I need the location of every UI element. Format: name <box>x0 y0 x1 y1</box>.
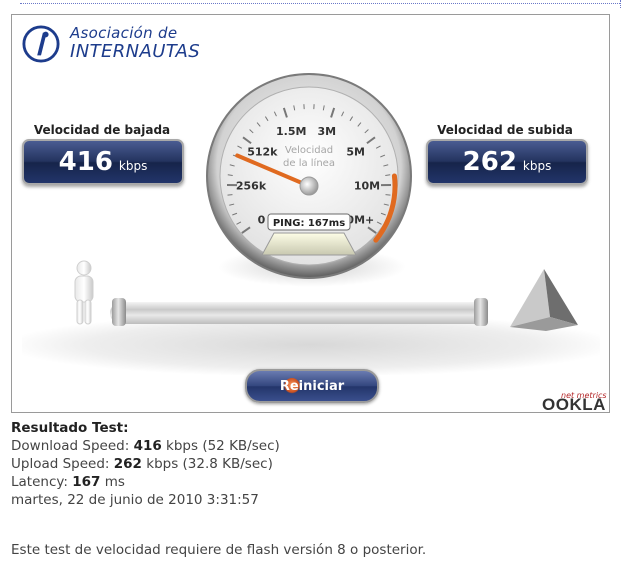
upload-result: Upload Speed: 262 kbps (32.8 KB/sec) <box>11 455 280 473</box>
gauge-label-line-2: de la línea <box>283 157 335 169</box>
restart-button-label: Reiniciar <box>279 378 345 394</box>
gauge-tick-label: 1.5M <box>276 125 306 138</box>
speed-test-widget: Asociación de INTERNAUTAS Velocidad de b… <box>11 14 610 413</box>
speed-gauge: Velocidad de la línea 0 256k 512k 1.5M 3M 5M 1… <box>206 73 412 279</box>
upload-result-value: 262 <box>113 456 142 472</box>
gauge-label-line-1: Velocidad <box>285 145 333 156</box>
download-title: Velocidad de bajada <box>33 123 171 137</box>
upload-title: Velocidad de subida <box>437 123 573 137</box>
logo-line-1: Asociación de <box>70 24 178 42</box>
upload-value: 262 <box>462 147 517 177</box>
result-datetime: martes, 22 de junio de 2010 3:31:57 <box>11 492 259 508</box>
gauge-tick-label: 0 <box>258 213 266 226</box>
download-result-rest: kbps (52 KB/sec) <box>166 438 280 454</box>
gauge-hub <box>299 176 319 196</box>
upload-unit: kbps <box>522 159 552 173</box>
flash-requirement-note: Este test de velocidad requiere de flash… <box>11 542 427 558</box>
latency-result-value: 167 <box>72 474 101 490</box>
ookla-logo: OOKLA <box>542 395 606 413</box>
gauge-tick-label: 256k <box>236 179 267 192</box>
gauge-minor-tick <box>385 174 391 176</box>
tube-cap-right <box>474 298 488 326</box>
server-pyramid-icon <box>510 269 578 331</box>
download-result-value: 416 <box>133 438 162 454</box>
upload-result-rest: kbps (32.8 KB/sec) <box>146 456 273 472</box>
gauge-tick-label: 3M <box>317 125 336 138</box>
connection-tube <box>110 302 488 324</box>
latency-result-rest: ms <box>104 474 125 490</box>
gauge-minor-tick <box>385 194 391 196</box>
download-result: Download Speed: 416 kbps (52 KB/sec) <box>11 437 280 455</box>
gauge-tick-label: 5M <box>346 146 365 159</box>
results-panel: Resultado Test: Download Speed: 416 kbps… <box>11 419 280 509</box>
latency-result: Latency: 167 ms <box>11 473 280 491</box>
gauge-minor-tick <box>227 194 233 196</box>
upload-result-label: Upload Speed: <box>11 456 110 472</box>
tube-cap-left <box>112 298 126 326</box>
restart-button[interactable]: Reiniciar <box>245 369 379 403</box>
internautas-logo-icon <box>22 25 60 63</box>
latency-result-label: Latency: <box>11 474 68 490</box>
logo-line-2: INTERNAUTAS <box>70 41 201 62</box>
upload-display: 262 kbps <box>426 139 588 185</box>
gauge-tick-label: 512k <box>247 146 278 159</box>
download-unit: kbps <box>118 159 148 173</box>
results-title: Resultado Test: <box>11 420 129 436</box>
gauge-minor-tick <box>227 174 233 176</box>
download-result-label: Download Speed: <box>11 438 130 454</box>
download-value: 416 <box>58 147 113 177</box>
top-dotted-border <box>20 3 620 4</box>
gauge-tick-label: 10M <box>354 179 380 192</box>
user-figure-icon <box>74 260 94 325</box>
ping-label: PING: 167ms <box>273 218 345 229</box>
download-display: 416 kbps <box>22 139 184 185</box>
right-dotted-border <box>620 0 621 8</box>
